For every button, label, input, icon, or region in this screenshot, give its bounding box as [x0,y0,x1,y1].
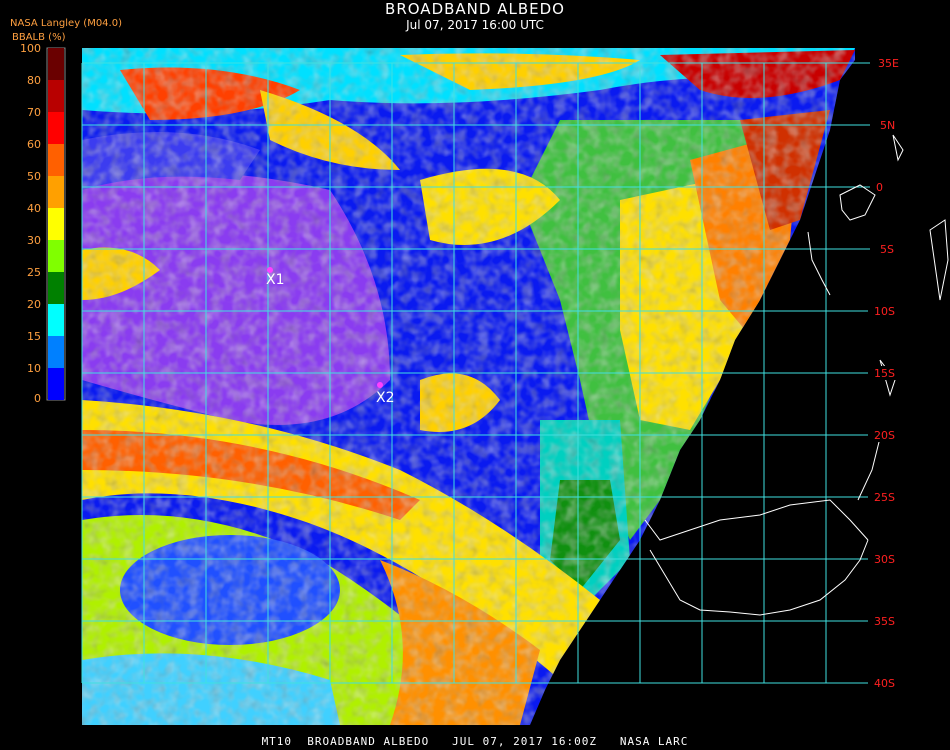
legend-tick: 40 [27,202,41,215]
footer-caption: MT10 BROADBAND ALBEDO JUL 07, 2017 16:00… [261,735,689,748]
legend-tick: 10 [27,362,41,375]
legend-tick: 80 [27,74,41,87]
legend-tick: 100 [20,42,41,55]
lat-label: 20S [874,429,895,442]
legend-swatch [48,240,64,272]
legend-tick: 30 [27,234,41,247]
legend-swatch [48,368,64,400]
map-canvas: 35E 5N 0 5S 10S 15S 20S 25S 30S 35S 40S … [20,42,949,725]
lat-label: 30S [874,553,895,566]
legend-tick: 0 [34,392,41,405]
lat-label: 10S [874,305,895,318]
legend-tick: 60 [27,138,41,151]
legend-tick: 20 [27,298,41,311]
legend-swatch [48,80,64,112]
marker-dot [377,382,383,388]
legend-swatch [48,176,64,208]
marker-label-x1: X1 [266,272,285,288]
legend-swatch [48,304,64,336]
legend-swatch [48,144,64,176]
lat-label: 5N [880,119,895,132]
legend-swatch [48,112,64,144]
legend-swatch [48,336,64,368]
lat-label: 15S [874,367,895,380]
legend-tick: 15 [27,330,41,343]
legend-tick: 70 [27,106,41,119]
color-legend: 100 80 70 60 50 40 30 25 20 15 10 0 [20,42,66,405]
lat-label: 25S [874,491,895,504]
legend-tick: 50 [27,170,41,183]
marker-label-x2: X2 [376,390,395,406]
lat-label: 0 [876,181,883,194]
legend-tick: 25 [27,266,41,279]
lat-label: 5S [880,243,894,256]
albedo-image [82,48,855,725]
lat-label: 35S [874,615,895,628]
legend-swatch [48,48,64,80]
legend-swatch [48,272,64,304]
lat-label: 40S [874,677,895,690]
lat-label: 35E [878,57,899,70]
legend-swatch [48,208,64,240]
